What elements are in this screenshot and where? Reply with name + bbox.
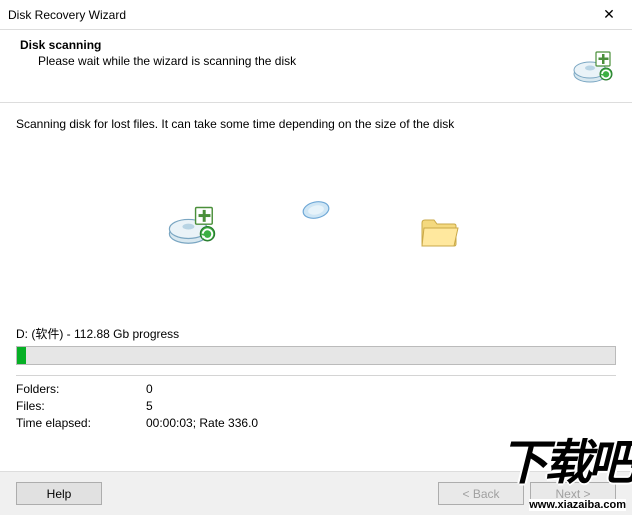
content-area: Scanning disk for lost files. It can tak… xyxy=(0,103,632,430)
progress-bar xyxy=(16,346,616,365)
page-subheading: Please wait while the wizard is scanning… xyxy=(38,54,296,68)
stat-time: Time elapsed: 00:00:03; Rate 336.0 xyxy=(16,416,616,430)
stat-folders-label: Folders: xyxy=(16,382,146,396)
back-button: < Back xyxy=(438,482,524,505)
wizard-header: Disk scanning Please wait while the wiza… xyxy=(0,30,632,103)
disk-recovery-icon xyxy=(165,196,219,250)
animation-row xyxy=(16,191,616,255)
progress-fill xyxy=(17,347,26,364)
stat-files-label: Files: xyxy=(16,399,146,413)
progress-label: D: (软件) - 112.88 Gb progress xyxy=(16,325,616,342)
folder-icon xyxy=(413,205,467,259)
stat-folders: Folders: 0 xyxy=(16,382,616,396)
stat-files: Files: 5 xyxy=(16,399,616,413)
search-lens-icon xyxy=(289,183,343,237)
titlebar: Disk Recovery Wizard ✕ xyxy=(0,0,632,30)
stat-files-value: 5 xyxy=(146,399,153,413)
stat-time-label: Time elapsed: xyxy=(16,416,146,430)
stat-folders-value: 0 xyxy=(146,382,153,396)
next-button: Next > xyxy=(530,482,616,505)
divider xyxy=(16,375,616,376)
page-heading: Disk scanning xyxy=(20,38,296,52)
disk-recovery-icon xyxy=(566,38,620,92)
scan-info-text: Scanning disk for lost files. It can tak… xyxy=(16,117,616,131)
close-icon: ✕ xyxy=(603,6,615,23)
button-bar: Help < Back Next > xyxy=(0,471,632,515)
close-button[interactable]: ✕ xyxy=(586,0,632,30)
help-button[interactable]: Help xyxy=(16,482,102,505)
window-title: Disk Recovery Wizard xyxy=(8,8,126,22)
stat-time-value: 00:00:03; Rate 336.0 xyxy=(146,416,258,430)
